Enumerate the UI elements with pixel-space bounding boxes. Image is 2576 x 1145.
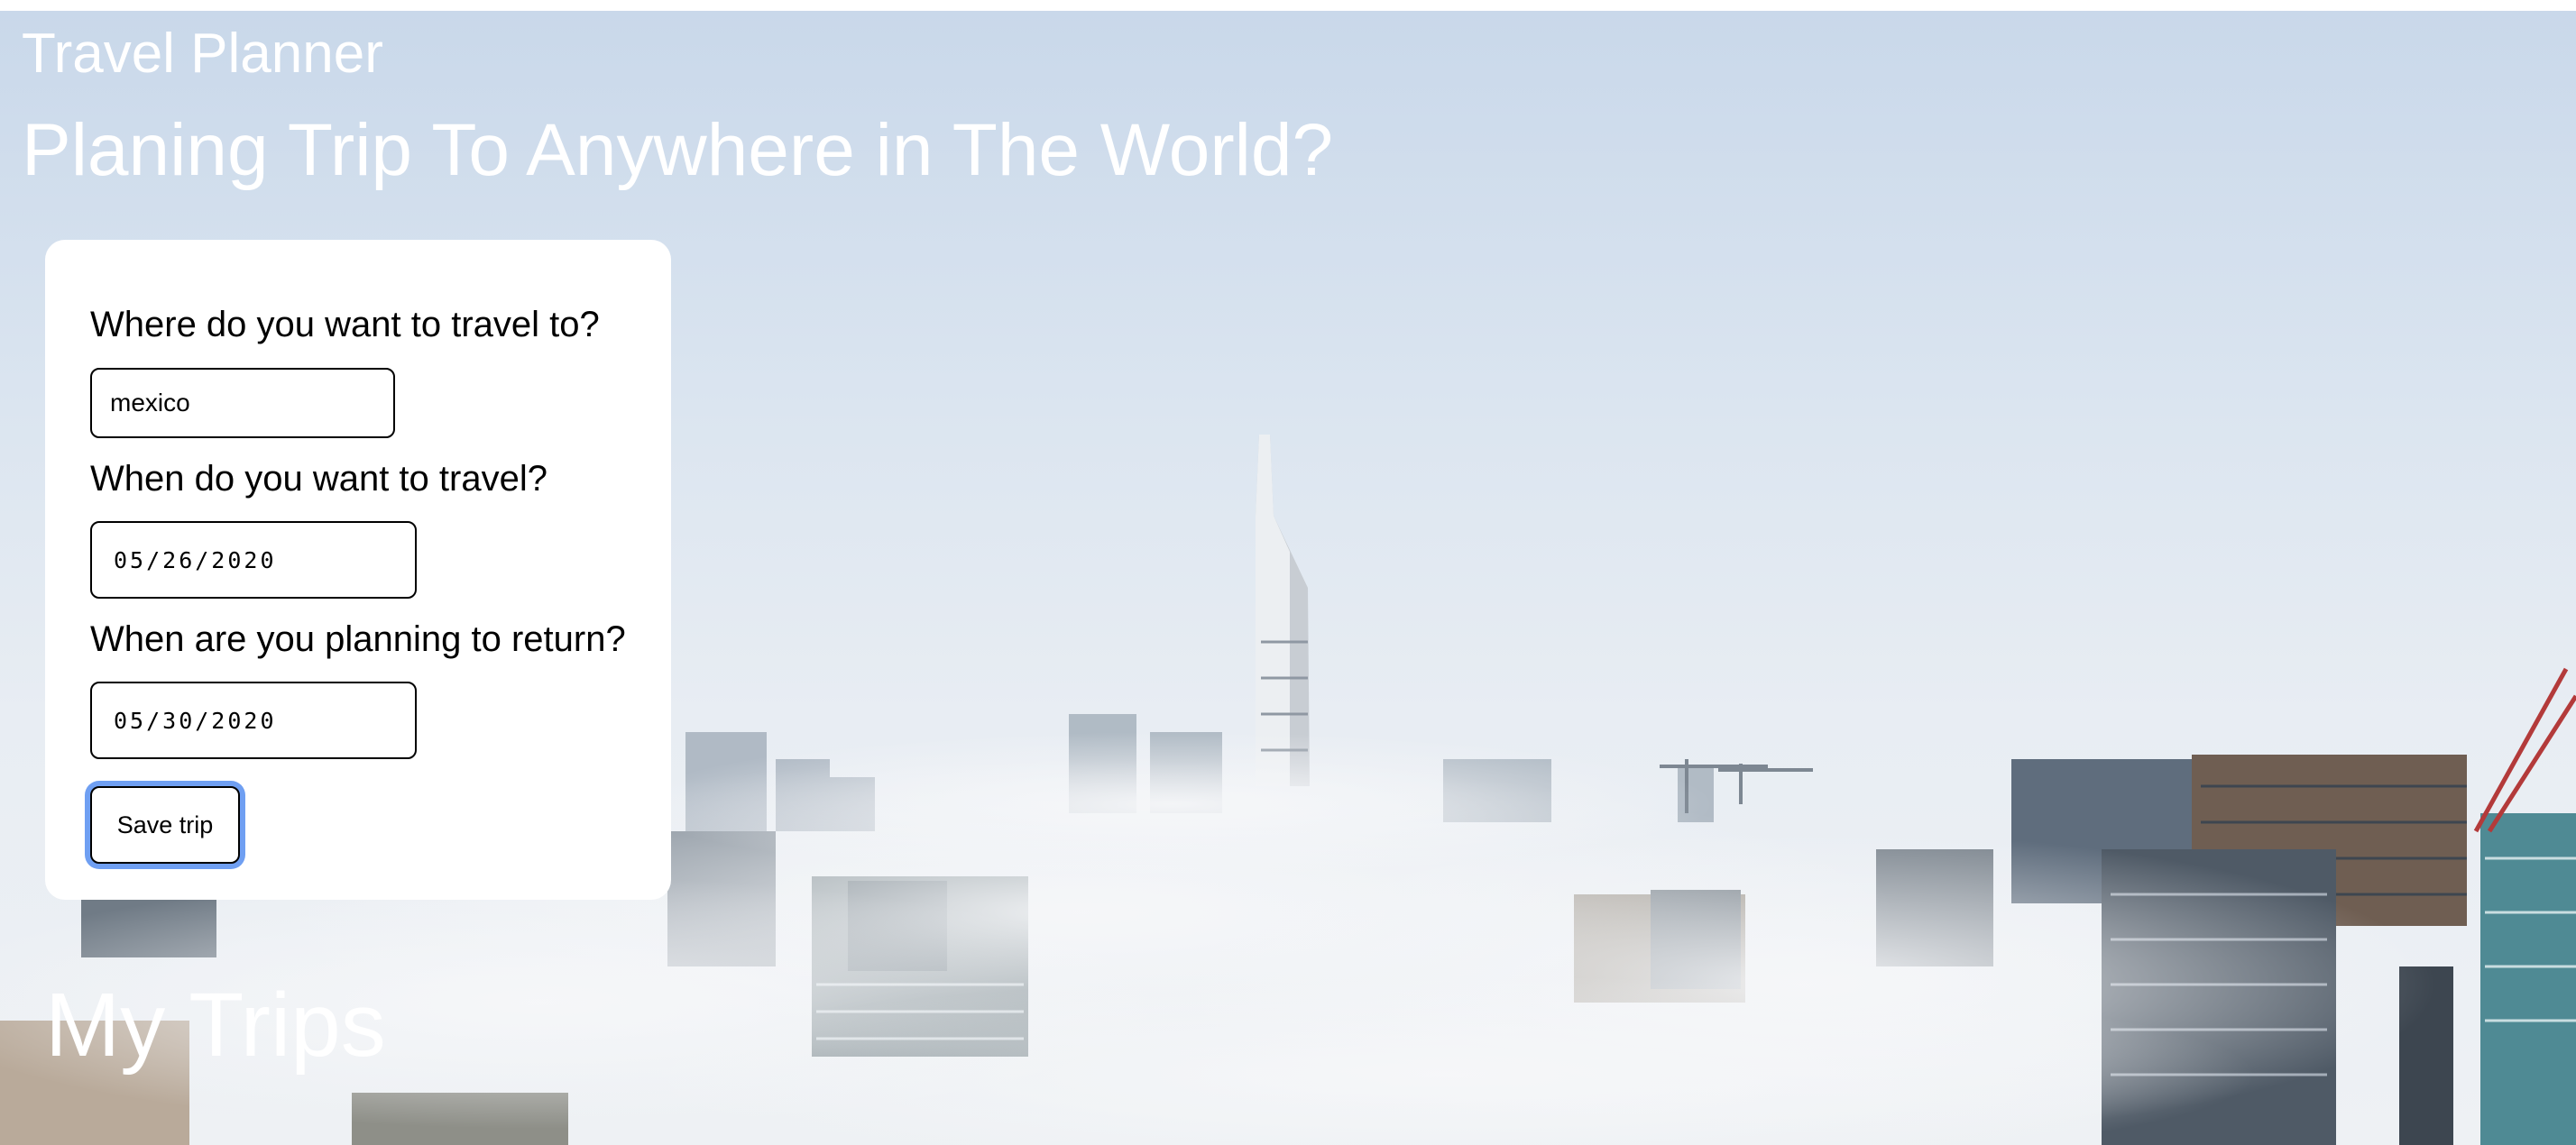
trip-form: Where do you want to travel to? mexico W…	[45, 240, 671, 900]
top-strip	[0, 0, 2576, 11]
return-date-label: When are you planning to return?	[90, 619, 626, 659]
departure-date-input[interactable]: 05/26/2020	[90, 521, 417, 599]
return-date-input[interactable]: 05/30/2020	[90, 682, 417, 759]
my-trips-heading: My Trips	[45, 975, 386, 1076]
save-trip-button[interactable]: Save trip	[90, 786, 240, 864]
hero-heading: Planing Trip To Anywhere in The World?	[22, 109, 1334, 191]
destination-label: Where do you want to travel to?	[90, 305, 600, 344]
app-title: Travel Planner	[22, 23, 383, 85]
destination-input[interactable]: mexico	[90, 368, 395, 438]
departure-date-label: When do you want to travel?	[90, 459, 547, 499]
hero-section: Travel Planner Planing Trip To Anywhere …	[0, 11, 2576, 1145]
